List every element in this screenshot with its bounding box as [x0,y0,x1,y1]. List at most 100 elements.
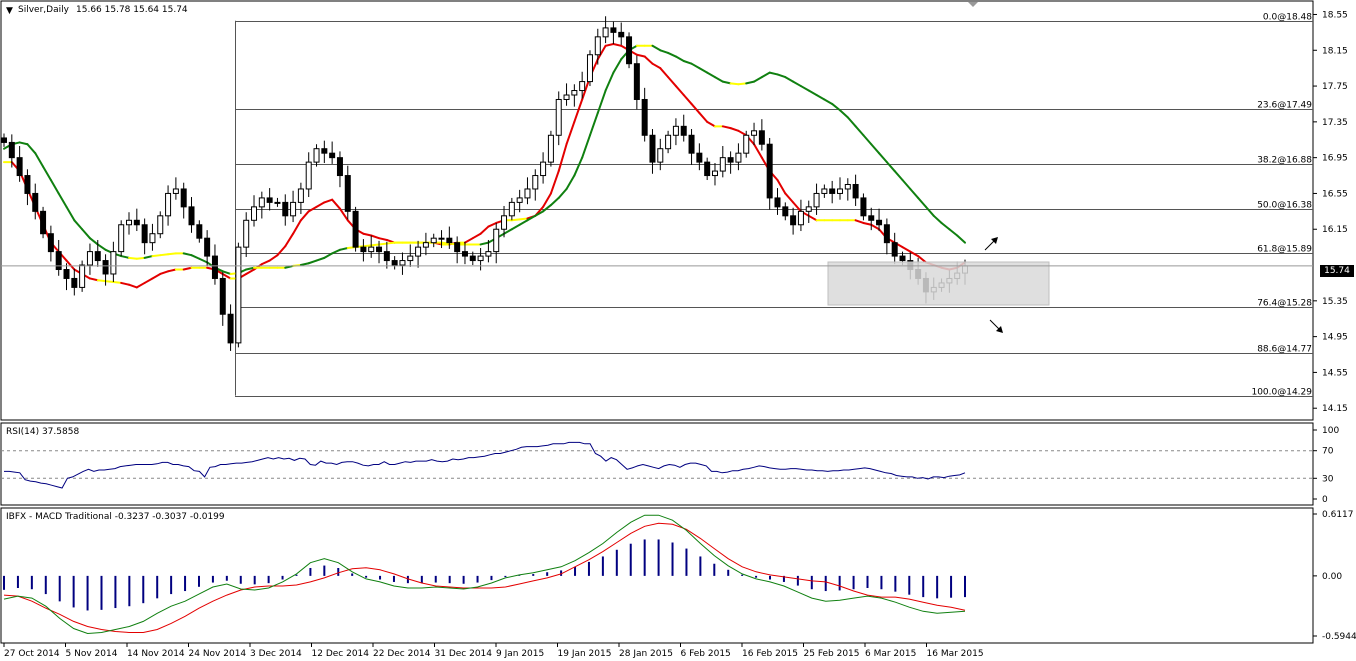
fib-label: 88.6@14.77 [1257,345,1312,355]
candle-body [313,148,320,163]
candle-body [141,224,148,244]
candle-body [422,242,429,248]
macd-tick-label: -0.5944 [1322,632,1356,642]
rsi-panel [0,422,1314,506]
candle-body [79,264,86,288]
price-tick-label: 14.55 [1322,368,1348,378]
candle-body [407,255,414,262]
candle-body [376,246,383,253]
candle-body [126,219,133,226]
time-tick-label: 24 Nov 2014 [189,649,247,659]
candle-body [1,137,7,143]
candle-body [274,201,281,204]
time-tick-label: 6 Mar 2015 [865,649,916,659]
candle-body [196,224,203,239]
candle-body [852,183,859,199]
fib-label: 100.0@14.29 [1251,388,1312,398]
candle-body [602,27,609,38]
candle-body [868,215,875,221]
rsi-tick-label: 0 [1322,495,1328,505]
candle-body [86,251,93,266]
candle-body [680,125,687,136]
candle-body [352,210,359,248]
fib-label: 61.8@15.89 [1257,245,1312,255]
candle-body [16,157,23,177]
candle-body [63,269,70,279]
price-tick-label: 16.55 [1322,189,1348,199]
candle-body [266,197,273,203]
candle-body [758,130,765,145]
ma-slow-segment [385,241,396,245]
candle-body [461,251,468,257]
ma-slow-segment [362,244,373,248]
candle-body [368,246,375,253]
candle-body [813,192,820,208]
time-tick-label: 5 Nov 2014 [66,649,118,659]
candle-body [71,277,78,288]
candle-body [555,98,562,136]
candle-body [55,251,62,271]
fib-label: 50.0@16.38 [1257,201,1312,211]
candle-body [688,134,695,154]
candle-body [235,246,242,344]
candle-body [204,237,211,257]
ohlc-readout: 15.66 15.78 15.64 15.74 [76,5,188,15]
time-tick-label: 22 Dec 2014 [373,649,431,659]
fib-label: 23.6@17.49 [1257,101,1312,111]
candle-body [571,90,578,96]
candle-body [641,98,648,136]
candle-body [821,188,828,194]
candle-body [508,201,515,217]
candle-body [305,161,312,190]
candle-body [157,215,164,235]
candle-body [743,134,750,154]
candle-body [32,192,39,212]
candle-body [501,215,508,230]
rsi-label: RSI(14) 37.5858 [6,427,80,437]
candle-body [211,255,218,279]
time-tick-label: 6 Feb 2015 [681,649,731,659]
ma-slow-segment [128,256,138,260]
chart-canvas: 0.0@18.48 23.6@17.49 38.2@16.88 50.0@16.38 6… [0,0,1356,659]
candle-body [446,237,453,244]
candle-body [430,237,437,244]
candle-body [360,246,367,253]
candle-body [751,130,758,136]
ma-slow-segment [151,254,162,258]
macd-label: IBFX - MACD Traditional -0.3237 -0.3037 … [6,512,225,522]
price-tick-label: 17.75 [1322,82,1348,92]
candle-body [282,201,289,217]
candle-body [118,224,125,253]
ma-slow-segment [159,253,170,257]
time-tick-label: 28 Jan 2015 [619,649,673,659]
ma-slow-segment [737,82,748,86]
time-tick-label: 27 Oct 2014 [4,649,60,659]
candle-body [719,157,726,172]
candle-body [391,260,398,266]
support-zone [827,261,1050,306]
candle-body [149,233,156,244]
candle-body [336,157,343,177]
candle-body [297,188,304,203]
candle-body [493,228,500,253]
candle-body [24,175,31,194]
candle-body [540,161,547,177]
price-tick-label: 18.55 [1322,10,1348,20]
candle-body [524,188,531,199]
price-tick-label: 18.15 [1322,46,1348,56]
candle-body [110,251,117,275]
candle-body [180,188,187,208]
candle-body [133,219,140,226]
candle-body [8,141,15,159]
candle-body [774,197,781,208]
candle-body [594,36,601,56]
collapse-arrow-icon[interactable]: ▼ [6,6,13,17]
candle-body [618,31,625,38]
ma-fast-segment [518,217,529,221]
fib-label: 76.4@15.28 [1257,299,1312,309]
fib-label: 0.0@18.48 [1263,13,1312,23]
candle-body [485,251,492,257]
price-tick-label: 16.15 [1322,225,1348,235]
ma-fast-segment [510,218,521,222]
candle-body [188,206,195,226]
